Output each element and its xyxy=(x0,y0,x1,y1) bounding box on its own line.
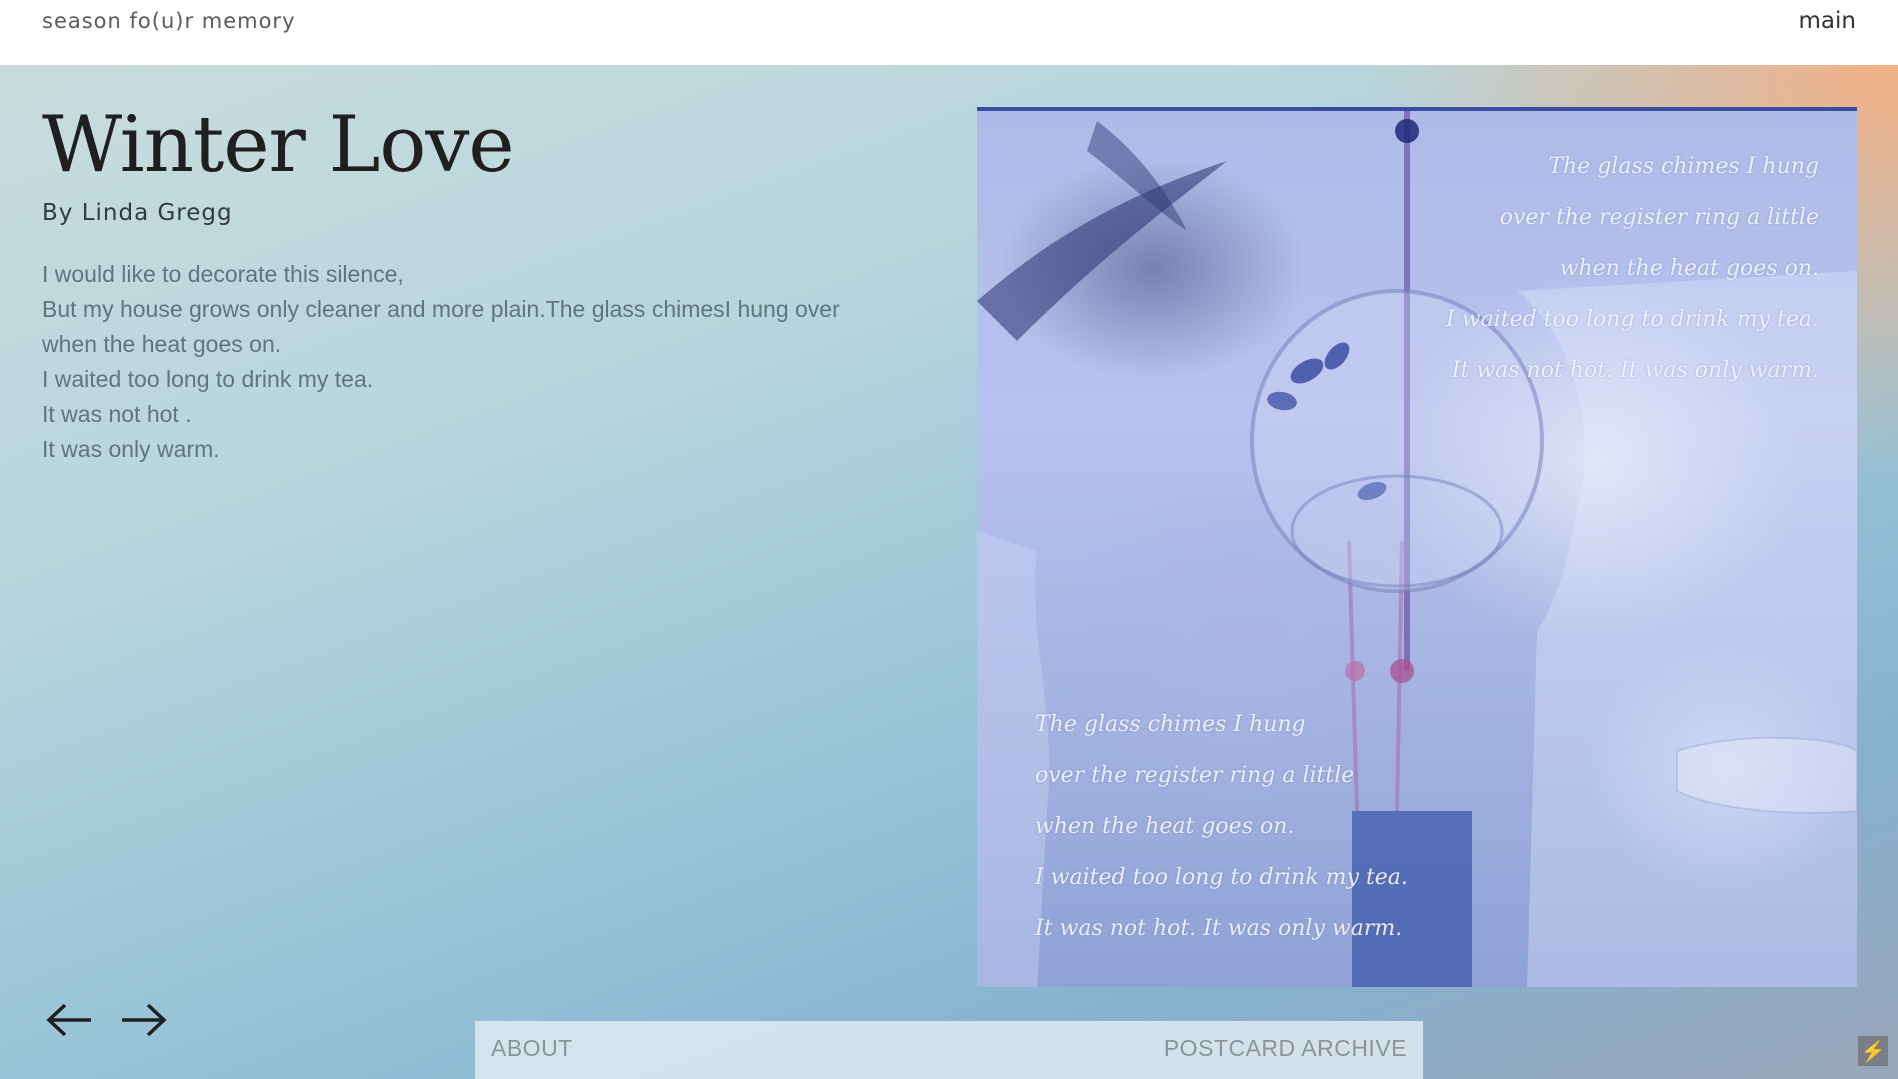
footer-nav: ABOUT POSTCARD ARCHIVE xyxy=(475,1021,1423,1079)
postcard-line: I waited too long to drink my tea. xyxy=(1035,865,1408,890)
next-poem-button[interactable] xyxy=(118,1000,168,1040)
postcard-line: The glass chimes I hung xyxy=(1548,154,1819,179)
postcard-line: when the heat goes on. xyxy=(1035,814,1295,839)
site-title[interactable]: season fo(u)r memory xyxy=(42,9,296,33)
arrow-right-icon xyxy=(122,1003,167,1037)
postcard-image: The glass chimes I hung over the registe… xyxy=(977,107,1857,987)
arrow-left-icon xyxy=(46,1003,91,1037)
main-link[interactable]: main xyxy=(1799,8,1856,34)
previous-poem-button[interactable] xyxy=(45,1000,95,1040)
postcard-line: It was not hot. It was only warm. xyxy=(1451,358,1819,383)
poem-line: I would like to decorate this silence, xyxy=(42,261,404,287)
postcard-line: when the heat goes on. xyxy=(1559,256,1819,281)
poem-stage: Winter Love By Linda Gregg I would like … xyxy=(0,65,1898,1079)
poem-line: It was only warm. xyxy=(42,436,220,462)
poem-line: when the heat goes on. xyxy=(42,331,282,357)
poem-line: I waited too long to drink my tea. xyxy=(42,366,374,392)
poem-body: I would like to decorate this silence, B… xyxy=(42,257,922,467)
poem-line: It was not hot . xyxy=(42,401,192,427)
postcard-line: I waited too long to drink my tea. xyxy=(1446,307,1819,332)
poem-author: By Linda Gregg xyxy=(42,200,233,226)
postcard-verse-bottom: The glass chimes I hung over the registe… xyxy=(1035,699,1408,954)
poem-line: But my house grows only cleaner and more… xyxy=(42,296,840,322)
postcard-line: It was not hot. It was only warm. xyxy=(1035,916,1403,941)
postcard-line: over the register ring a little xyxy=(1035,763,1355,788)
postcard-archive-link[interactable]: POSTCARD ARCHIVE xyxy=(1164,1035,1407,1062)
top-bar: season fo(u)r memory main xyxy=(0,0,1898,65)
postcard-verse-top: The glass chimes I hung over the registe… xyxy=(1446,141,1819,396)
postcard-line: over the register ring a little xyxy=(1499,205,1819,230)
postcard-line: The glass chimes I hung xyxy=(1035,712,1306,737)
poem-title: Winter Love xyxy=(42,100,515,190)
lightning-bolt-icon[interactable]: ⚡ xyxy=(1858,1036,1888,1066)
about-link[interactable]: ABOUT xyxy=(491,1035,573,1062)
